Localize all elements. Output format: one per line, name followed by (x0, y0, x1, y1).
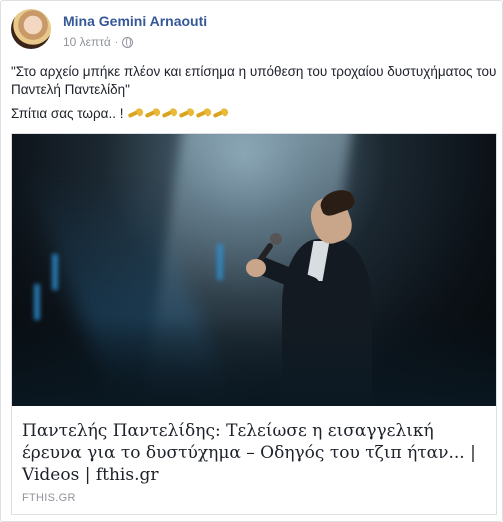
link-domain: FTHIS.GR (22, 492, 76, 504)
post-text: "Στο αρχείο μπήκε πλέον και επίσημα η υπ… (11, 63, 497, 131)
post-timestamp[interactable]: 10 λεπτά (63, 35, 111, 49)
trumpet-emojis (127, 107, 229, 125)
trumpet-icon (213, 108, 229, 120)
trumpet-icon (196, 108, 212, 120)
singer-hair (317, 185, 357, 219)
meta-separator: · (114, 36, 119, 48)
link-title[interactable]: Παντελής Παντελίδης: Τελείωσε η εισαγγελ… (22, 420, 486, 486)
singer-hand (246, 259, 266, 277)
trumpet-icon (145, 108, 161, 120)
trumpet-icon (179, 108, 195, 120)
globe-icon[interactable] (122, 36, 134, 48)
link-preview-card[interactable]: Παντελής Παντελίδης: Τελείωσε η εισαγγελ… (11, 133, 497, 515)
post-quote: "Στο αρχείο μπήκε πλέον και επίσημα η υπ… (11, 64, 497, 97)
post-comment-line: Σπίτια σας τωρα.. ! (11, 105, 497, 125)
stage-light (217, 244, 223, 280)
trumpet-icon (162, 108, 178, 120)
crowd-shadow (12, 316, 496, 406)
post-header: Mina Gemini Arnaouti 10 λεπτά · (11, 9, 491, 53)
trumpet-icon (128, 108, 144, 120)
facebook-post: Mina Gemini Arnaouti 10 λεπτά · "Στο αρχ… (0, 0, 503, 522)
link-preview-body[interactable]: Παντελής Παντελίδης: Τελείωσε η εισαγγελ… (12, 406, 496, 514)
post-comment-text: Σπίτια σας τωρα.. ! (11, 106, 124, 121)
author-name-link[interactable]: Mina Gemini Arnaouti (63, 13, 207, 29)
microphone-head (270, 233, 282, 245)
author-avatar[interactable] (11, 9, 51, 49)
link-preview-image[interactable] (12, 134, 496, 406)
stage-light (34, 284, 40, 320)
stage-light (52, 254, 58, 290)
post-meta: 10 λεπτά · (63, 35, 134, 49)
